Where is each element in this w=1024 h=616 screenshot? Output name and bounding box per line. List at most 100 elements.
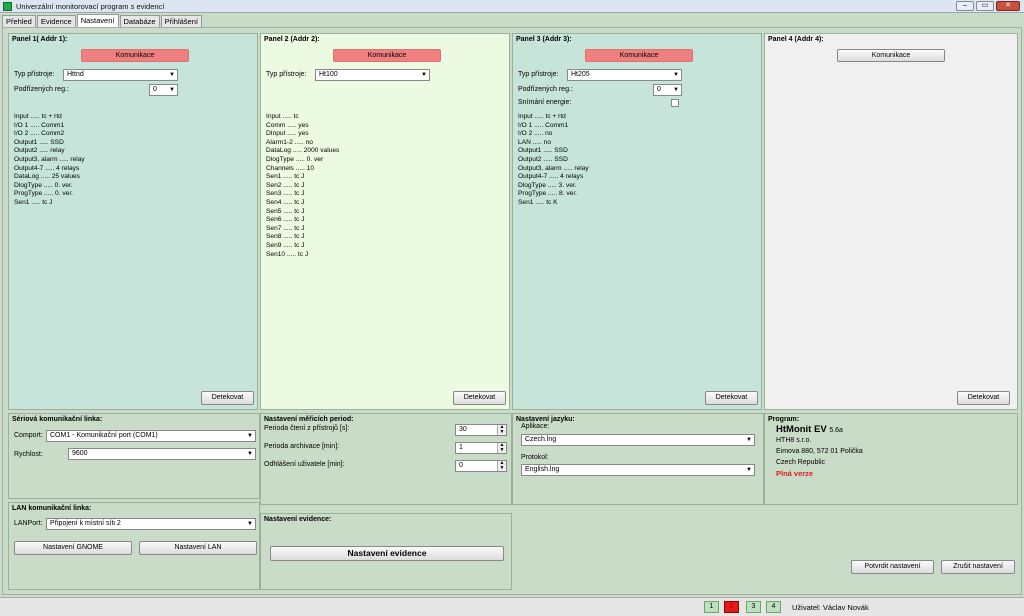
device-type-value: Ht100 <box>319 71 338 78</box>
protocol-language-label: Protokol: <box>521 454 549 461</box>
archive-period-label: Perioda archivace [min]: <box>264 443 340 450</box>
spinner-arrows-icon[interactable]: ▲ ▼ <box>497 443 506 453</box>
page-button-1[interactable]: 1 <box>704 601 719 613</box>
chevron-down-icon: ▼ <box>169 72 175 78</box>
comport-label: Comport: <box>14 432 43 439</box>
language-section: Nastavení jazyku: Aplikace: Czech.lng ▼ P… <box>512 413 764 505</box>
device-panel-3: Panel 3 (Addr 3): Komunikace Typ přístro… <box>512 33 762 410</box>
device-type-select[interactable]: Ht205 ▼ <box>567 69 682 81</box>
subordinate-select[interactable]: 0 ▼ <box>149 84 178 96</box>
evidence-settings-button[interactable]: Nastavení evidence <box>270 546 504 561</box>
page-button-2[interactable]: 2 <box>724 601 739 613</box>
logout-period-value: 0 <box>459 462 463 469</box>
program-version: 5.6a <box>829 427 843 434</box>
app-icon <box>3 1 12 11</box>
speed-label: Rychlost: <box>14 451 43 458</box>
communication-button[interactable]: Komunikace <box>81 49 189 62</box>
subordinate-select[interactable]: 0 ▼ <box>653 84 682 96</box>
device-type-value: Httnd <box>67 71 84 78</box>
chevron-down-icon: ▼ <box>421 72 427 78</box>
minimize-button[interactable]: – <box>956 1 974 11</box>
device-info: Input ..... tc Comm ..... yes DInput ...… <box>266 113 340 258</box>
energy-checkbox[interactable] <box>671 99 679 107</box>
chevron-down-icon: ▼ <box>673 87 679 93</box>
device-type-label: Typ přístroje: <box>518 71 559 78</box>
title-bar: Univerzální monitorovací program s evide… <box>0 0 1024 13</box>
device-panel-2: Panel 2 (Addr 2): Komunikace Typ přístro… <box>260 33 510 410</box>
app-language-value: Czech.lng <box>525 436 557 443</box>
lan-settings-button[interactable]: Nastavení LAN <box>139 541 257 555</box>
company-name: HTH8 s.r.o. <box>776 437 812 444</box>
detect-button[interactable]: Detekovat <box>201 391 254 405</box>
settings-page: Panel 1( Addr 1): Komunikace Typ přístro… <box>2 27 1022 595</box>
chevron-down-icon: ▼ <box>746 467 752 473</box>
close-button[interactable]: ✕ <box>996 1 1020 11</box>
panel-title: Panel 1( Addr 1): <box>12 36 68 43</box>
chevron-down-icon: ▼ <box>169 87 175 93</box>
speed-select[interactable]: 9600 ▼ <box>68 448 256 460</box>
section-title: Sériová komunikační linka: <box>12 416 103 423</box>
program-section: Program: HtMonit EV 5.6a HTH8 s.r.o. Eim… <box>764 413 1018 505</box>
maximize-button[interactable]: ▭ <box>976 1 994 11</box>
read-period-value: 30 <box>459 426 467 433</box>
section-title: Nastavení měřicích period: <box>264 416 354 423</box>
tab-prihlaseni[interactable]: Přihlášení <box>160 15 202 27</box>
lanport-label: LANPort: <box>14 520 43 527</box>
window-title: Univerzální monitorovací program s evide… <box>16 1 165 11</box>
tab-databaze[interactable]: Databáze <box>119 15 160 27</box>
window-controls: – ▭ ✕ <box>956 1 1020 11</box>
lan-section: LAN komunikační linka: LANPort: Připojen… <box>8 502 260 590</box>
tab-prehled[interactable]: Přehled <box>2 15 36 27</box>
confirm-settings-button[interactable]: Potvrdit nastavení <box>851 560 934 574</box>
communication-button[interactable]: Komunikace <box>333 49 441 62</box>
chevron-down-icon: ▼ <box>247 451 253 457</box>
device-type-value: Ht205 <box>571 71 590 78</box>
spinner-arrows-icon[interactable]: ▲ ▼ <box>497 461 506 471</box>
energy-label: Snímání energie: <box>518 99 572 106</box>
protocol-language-select[interactable]: English.lng ▼ <box>521 464 755 476</box>
serial-section: Sériová komunikační linka: Comport: COM1… <box>8 413 260 499</box>
device-type-select[interactable]: Httnd ▼ <box>63 69 178 81</box>
device-info: Input ..... tc + rtd I/O 1 ..... Comm1 I… <box>518 113 589 206</box>
current-user: Uživatel: Václav Novák <box>792 603 869 612</box>
archive-period-value: 1 <box>459 444 463 451</box>
tab-nastaveni[interactable]: Nastavení <box>76 14 119 27</box>
read-period-spinner[interactable]: 30 ▲ ▼ <box>455 424 507 436</box>
subordinate-value: 0 <box>153 86 157 93</box>
tab-evidence[interactable]: Evidence <box>36 15 76 27</box>
status-bar: 1 2 3 4 Uživatel: Václav Novák <box>0 597 1024 616</box>
lanport-value: Připojení k místní síti 2 <box>50 520 121 527</box>
program-name: HtMonit EV 5.6a <box>776 424 843 435</box>
subordinate-value: 0 <box>657 86 661 93</box>
program-name-text: HtMonit EV <box>776 424 827 435</box>
subordinate-label: Podřízených reg.: <box>518 86 573 93</box>
chevron-down-icon: ▼ <box>746 437 752 443</box>
panel-title: Panel 3 (Addr 3): <box>516 36 572 43</box>
page-button-3[interactable]: 3 <box>746 601 761 613</box>
device-type-label: Typ přístroje: <box>266 71 307 78</box>
speed-value: 9600 <box>72 450 88 457</box>
logout-period-spinner[interactable]: 0 ▲ ▼ <box>455 460 507 472</box>
panel-title: Panel 2 (Addr 2): <box>264 36 320 43</box>
device-type-select[interactable]: Ht100 ▼ <box>315 69 430 81</box>
device-panel-4: Panel 4 (Addr 4): Komunikace Detekovat <box>764 33 1018 410</box>
detect-button[interactable]: Detekovat <box>705 391 758 405</box>
spinner-arrows-icon[interactable]: ▲ ▼ <box>497 425 506 435</box>
archive-period-spinner[interactable]: 1 ▲ ▼ <box>455 442 507 454</box>
comport-select[interactable]: COM1 - Komunikační port (COM1) ▼ <box>46 430 256 442</box>
protocol-language-value: English.lng <box>525 466 560 473</box>
communication-button[interactable]: Komunikace <box>837 49 945 62</box>
device-panel-1: Panel 1( Addr 1): Komunikace Typ přístro… <box>8 33 258 410</box>
section-title: LAN komunikační linka: <box>12 505 92 512</box>
communication-button[interactable]: Komunikace <box>585 49 693 62</box>
tab-bar: Přehled Evidence Nastavení Databáze Přih… <box>2 14 203 27</box>
cancel-settings-button[interactable]: Zrušit nastavení <box>941 560 1015 574</box>
lanport-select[interactable]: Připojení k místní síti 2 ▼ <box>46 518 256 530</box>
gnome-settings-button[interactable]: Nastavení GNOME <box>14 541 132 555</box>
page-button-4[interactable]: 4 <box>766 601 781 613</box>
logout-period-label: Odhlášení uživatele [min]: <box>264 461 345 468</box>
detect-button[interactable]: Detekovat <box>453 391 506 405</box>
device-info: Input ..... tc + rtd I/O 1 ..... Comm1 I… <box>14 113 85 206</box>
detect-button[interactable]: Detekovat <box>957 391 1010 405</box>
app-language-select[interactable]: Czech.lng ▼ <box>521 434 755 446</box>
